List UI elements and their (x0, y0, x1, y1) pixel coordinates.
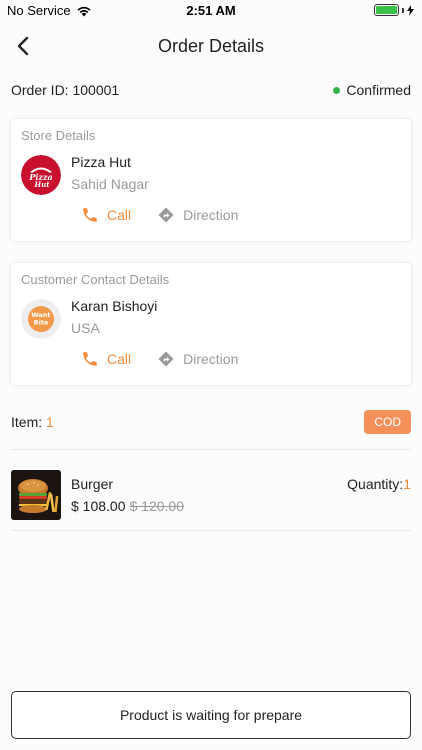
status-time: 2:51 AM (186, 3, 236, 18)
store-direction-button[interactable]: Direction (157, 206, 238, 224)
customer-details-card: Customer Contact Details Want Bite Karan… (11, 263, 411, 385)
store-details-card: Store Details Pizza Hut Pizza Hut Sahid … (11, 119, 411, 241)
direction-icon (158, 351, 174, 367)
nav-bar: Order Details (0, 22, 422, 70)
original-price: $ 120.00 (129, 498, 185, 514)
product-quantity: Quantity:1 (347, 476, 411, 492)
status-dot-icon (333, 86, 341, 94)
customer-section-title: Customer Contact Details (21, 272, 170, 287)
customer-call-button[interactable]: Call (81, 350, 131, 368)
status-bar: No Service 2:51 AM (0, 0, 422, 22)
current-price: $ 108.00 (71, 498, 126, 514)
customer-direction-button[interactable]: Direction (157, 350, 238, 368)
pizza-hut-logo: Pizza Hut (21, 155, 61, 195)
status-badge: Confirmed (333, 82, 411, 98)
store-location: Sahid Nagar (71, 176, 149, 192)
divider (11, 449, 411, 450)
svg-text:Bite: Bite (34, 319, 49, 327)
order-id: Order ID: 100001 (11, 82, 120, 98)
quantity-value: 1 (403, 476, 411, 492)
order-details-screen: No Service 2:51 AM Order Details Order I… (0, 0, 422, 750)
store-call-button[interactable]: Call (81, 206, 131, 224)
payment-badge: COD (364, 410, 411, 434)
customer-name: Karan Bishoyi (71, 298, 158, 314)
phone-icon (83, 352, 97, 366)
items-row: Item: 1 COD (11, 410, 411, 434)
product-name: Burger (71, 476, 114, 492)
charging-icon (407, 4, 414, 16)
customer-location: USA (71, 320, 100, 336)
call-label: Call (107, 351, 132, 367)
battery-icon (374, 4, 399, 16)
svg-text:Hut: Hut (34, 180, 51, 189)
order-status-button[interactable]: Product is waiting for prepare (11, 691, 411, 739)
store-section-title: Store Details (21, 128, 96, 143)
phone-icon (83, 208, 97, 222)
order-summary-row: Order ID: 100001 Confirmed (11, 80, 411, 100)
burger-image (11, 470, 61, 520)
call-label: Call (107, 207, 132, 223)
status-label: Confirmed (346, 82, 411, 98)
direction-label: Direction (183, 207, 239, 223)
store-name: Pizza Hut (71, 154, 131, 170)
page-title: Order Details (157, 36, 265, 56)
item-count-label: Item: 1 (11, 414, 54, 430)
direction-label: Direction (183, 351, 239, 367)
item-count: 1 (46, 414, 54, 430)
divider (11, 530, 411, 531)
direction-icon (158, 207, 174, 223)
customer-avatar: Want Bite (21, 299, 61, 339)
list-item[interactable]: Burger $ 108.00 $ 120.00 Quantity:1 (11, 468, 411, 522)
product-price: $ 108.00 $ 120.00 (71, 498, 184, 514)
